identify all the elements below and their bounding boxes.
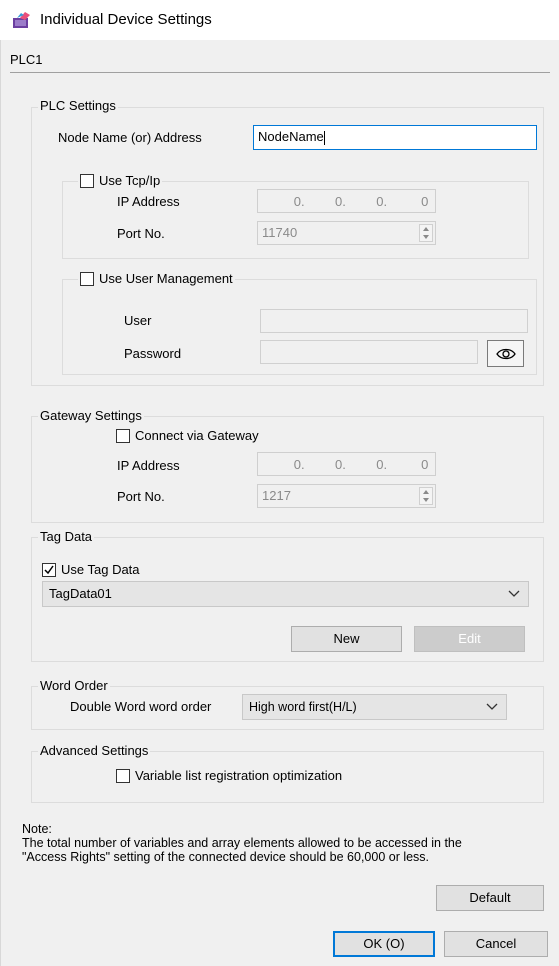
spinner-arrows[interactable]	[419, 224, 433, 242]
spin-up-icon	[423, 490, 429, 494]
spinner-arrows[interactable]	[419, 487, 433, 505]
user-label: User	[124, 313, 152, 328]
ip-octet: 0.	[293, 193, 305, 209]
node-name-label: Node Name (or) Address	[58, 130, 202, 145]
use-tag-data-checkbox-wrap[interactable]: Use Tag Data	[42, 562, 140, 578]
use-tag-data-label: Use Tag Data	[61, 562, 140, 577]
tcp-port-spinner[interactable]: 11740	[257, 221, 436, 245]
gateway-port-spinner[interactable]: 1217	[257, 484, 436, 508]
chevron-down-icon	[486, 703, 498, 710]
new-tag-button[interactable]: New	[291, 626, 402, 652]
ip-octet: 0.	[376, 193, 388, 209]
word-order-label: Double Word word order	[70, 699, 212, 714]
connect-gateway-label: Connect via Gateway	[135, 428, 259, 443]
connect-gateway-checkbox[interactable]	[116, 429, 130, 443]
tag-data-selected: TagData01	[49, 586, 112, 601]
gateway-ip-label: IP Address	[117, 458, 180, 473]
ip-octet: 0.	[335, 193, 346, 209]
password-label: Password	[124, 346, 182, 361]
show-password-button[interactable]	[487, 340, 524, 367]
use-tcp-label: Use Tcp/Ip	[99, 173, 161, 188]
ok-button[interactable]: OK (O)	[333, 931, 435, 957]
ip-octet: 0.	[293, 456, 305, 472]
tcp-port-label: Port No.	[117, 226, 165, 241]
plc-settings-legend: PLC Settings	[38, 98, 118, 114]
word-order-legend: Word Order	[38, 678, 110, 694]
tag-data-select[interactable]: TagData01	[42, 581, 529, 607]
chevron-down-icon	[508, 590, 520, 597]
gateway-port-label: Port No.	[117, 489, 165, 504]
use-user-mgmt-checkbox-wrap[interactable]: Use User Management	[78, 271, 235, 287]
tag-data-legend: Tag Data	[38, 529, 95, 545]
use-tag-data-checkbox[interactable]	[42, 563, 56, 577]
cancel-button[interactable]: Cancel	[444, 931, 548, 957]
edit-tag-button[interactable]: Edit	[414, 626, 525, 652]
spin-down-icon	[423, 498, 429, 502]
var-list-opt-label: Variable list registration optimization	[135, 768, 343, 783]
spin-up-icon	[423, 227, 429, 231]
ip-octet: 0	[421, 456, 429, 472]
window-title: Individual Device Settings	[40, 11, 212, 28]
var-list-opt-checkbox-wrap[interactable]: Variable list registration optimization	[116, 768, 342, 784]
note-line-2: "Access Rights" setting of the connected…	[22, 850, 430, 864]
word-order-select[interactable]: High word first(H/L)	[242, 694, 507, 720]
node-name-value: NodeName	[258, 129, 324, 144]
user-input[interactable]	[260, 309, 528, 333]
use-user-mgmt-label: Use User Management	[99, 271, 233, 286]
tab-divider	[10, 72, 550, 73]
tcp-port-value: 11740	[262, 225, 298, 240]
tab-plc1[interactable]: PLC1	[10, 52, 43, 67]
use-tcp-checkbox-wrap[interactable]: Use Tcp/Ip	[78, 173, 163, 189]
node-name-input[interactable]: NodeName	[253, 125, 537, 150]
advanced-legend: Advanced Settings	[38, 743, 151, 759]
var-list-opt-checkbox[interactable]	[116, 769, 130, 783]
default-button[interactable]: Default	[436, 885, 544, 911]
checkmark-icon	[44, 565, 54, 575]
tcp-ip-field[interactable]: 0. 0. 0. 0	[257, 189, 436, 213]
use-tcp-checkbox[interactable]	[80, 174, 94, 188]
use-user-mgmt-checkbox[interactable]	[80, 272, 94, 286]
ip-octet: 0.	[335, 456, 346, 472]
spin-down-icon	[423, 235, 429, 239]
note-line-1: The total number of variables and array …	[22, 836, 462, 850]
ip-octet: 0	[421, 193, 429, 209]
gateway-legend: Gateway Settings	[38, 408, 144, 424]
gateway-ip-field[interactable]: 0. 0. 0. 0	[257, 452, 436, 476]
app-icon	[12, 11, 32, 29]
note-title: Note:	[22, 822, 52, 836]
connect-gateway-checkbox-wrap[interactable]: Connect via Gateway	[116, 428, 259, 444]
tcp-ip-label: IP Address	[117, 194, 180, 209]
ip-octet: 0.	[376, 456, 388, 472]
eye-icon	[495, 348, 516, 360]
word-order-selected: High word first(H/L)	[249, 700, 357, 714]
password-input[interactable]	[260, 340, 478, 364]
gateway-port-value: 1217	[262, 488, 291, 503]
